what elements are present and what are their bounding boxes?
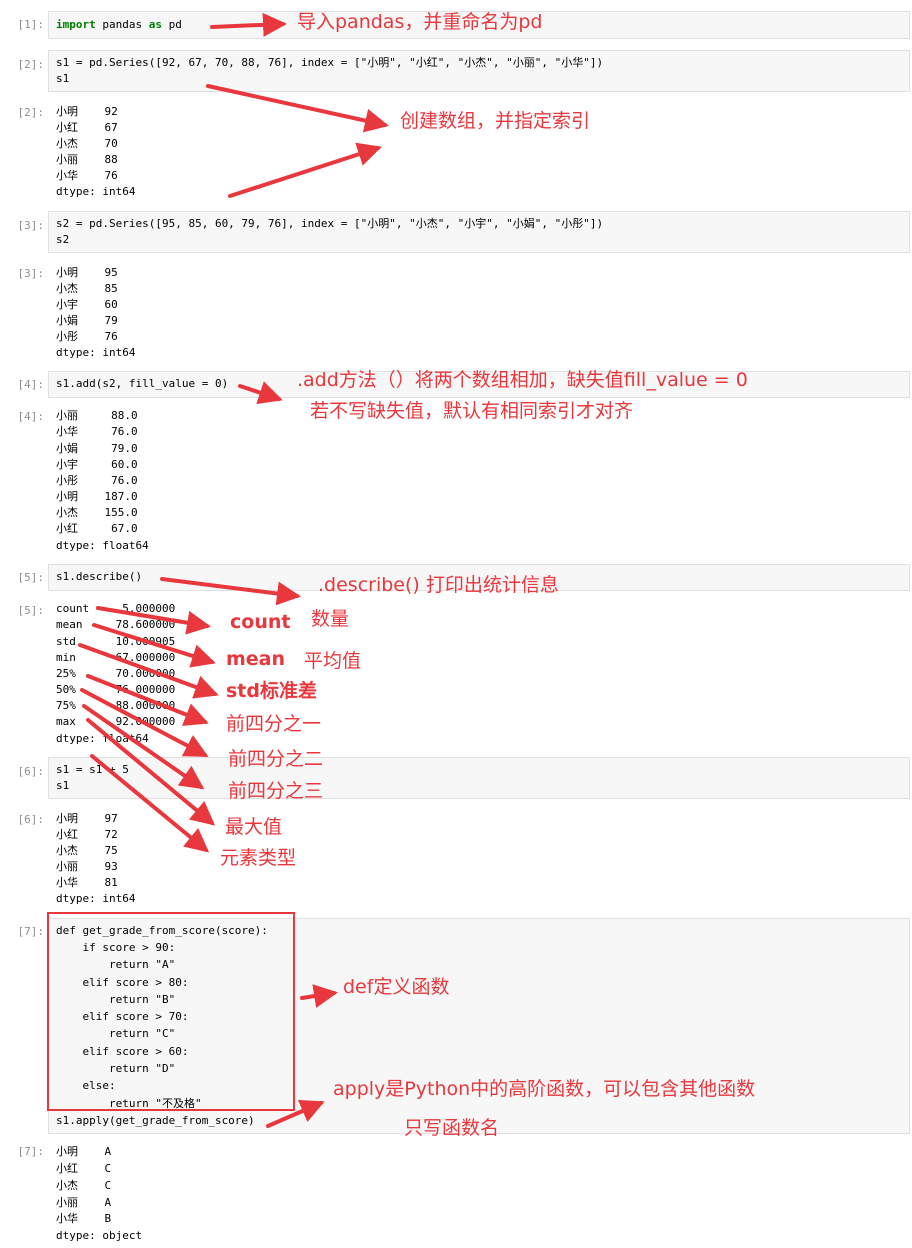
- note-apply-1: apply是Python中的高阶函数，可以包含其他函数: [333, 1078, 756, 1100]
- arrow-q3: [82, 704, 205, 790]
- arrow-add: [238, 381, 283, 405]
- arrow-apply: [266, 1099, 325, 1128]
- note-import: 导入pandas，并重命名为pd: [297, 11, 543, 33]
- note-q3: 前四分之三: [228, 780, 324, 802]
- arrow-def: [300, 984, 338, 1008]
- arrow-max: [86, 718, 216, 826]
- note-series: 创建数组，并指定索引: [400, 110, 591, 132]
- arrow-describe: [160, 577, 301, 606]
- note-q2: 前四分之二: [228, 748, 324, 770]
- note-count-cn: 数量: [311, 608, 350, 630]
- note-mean-cn: 平均值: [304, 650, 362, 672]
- arrow-std: [78, 643, 219, 699]
- annotation-arrows: [78, 12, 389, 1128]
- arrow-count: [96, 606, 211, 635]
- note-add-1: .add方法（）将两个数组相加，缺失值fill_value = 0: [297, 369, 748, 391]
- note-q1: 前四分之一: [226, 713, 322, 735]
- arrow-import: [210, 12, 287, 37]
- note-max: 最大值: [225, 816, 283, 838]
- note-dtype: 元素类型: [220, 847, 297, 869]
- arrow-series-a: [206, 84, 389, 133]
- note-count-en: count: [230, 611, 291, 633]
- note-describe: .describe() 打印出统计信息: [318, 574, 559, 596]
- note-mean-en: mean: [226, 648, 286, 670]
- note-apply-2: 只写函数名: [404, 1117, 500, 1139]
- note-def: def定义函数: [343, 976, 450, 998]
- note-std: std标准差: [226, 680, 317, 702]
- arrow-series-b: [228, 142, 382, 198]
- note-add-2: 若不写缺失值，默认有相同索引才对齐: [310, 400, 634, 422]
